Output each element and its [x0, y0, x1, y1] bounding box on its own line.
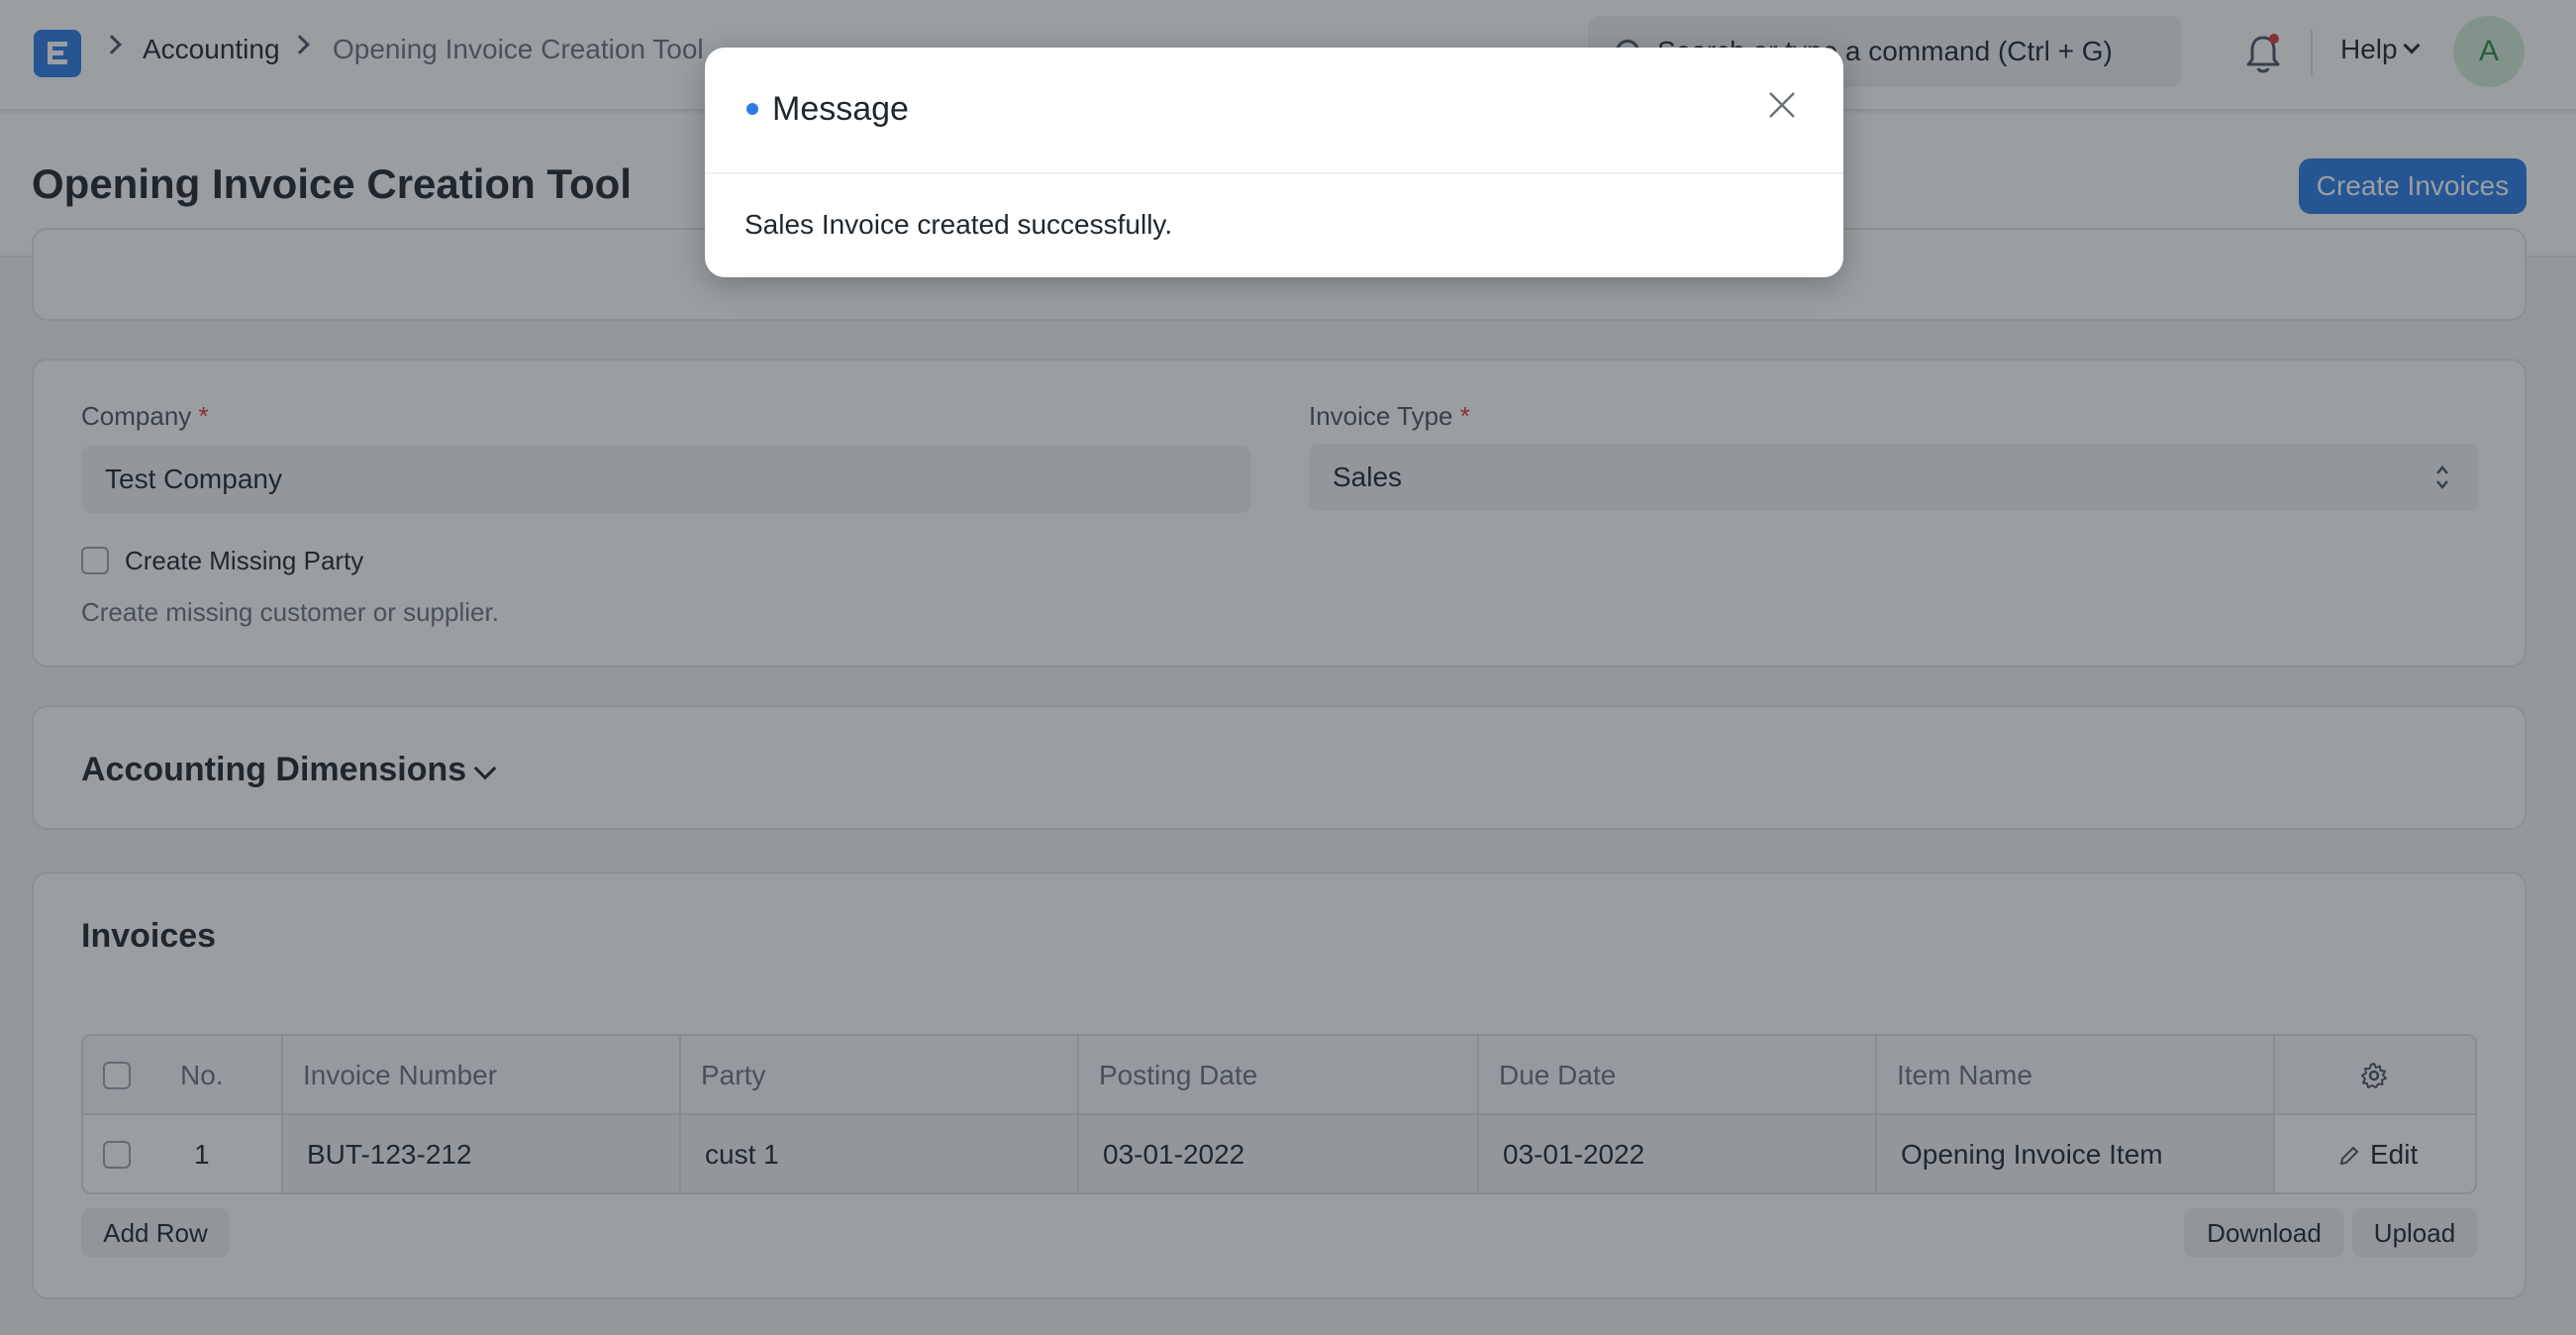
modal-divider — [705, 172, 1843, 174]
modal-message: Sales Invoice created successfully. — [744, 209, 1173, 240]
message-dialog: Message Sales Invoice created successful… — [705, 48, 1843, 277]
modal-title: Message — [772, 90, 909, 128]
close-icon[interactable] — [1766, 89, 1798, 121]
indicator-dot-icon — [746, 103, 758, 115]
